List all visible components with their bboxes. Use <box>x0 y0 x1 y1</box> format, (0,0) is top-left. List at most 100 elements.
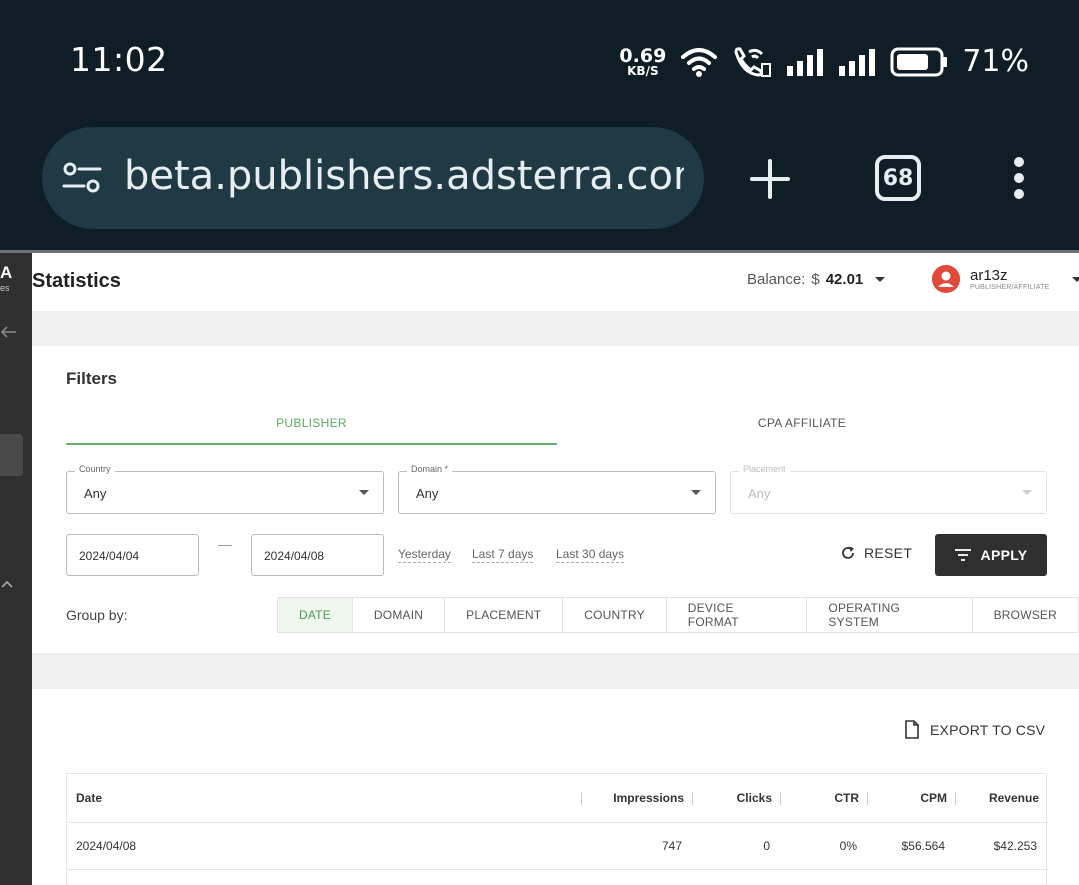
balance-label: Balance: <box>747 271 806 288</box>
sidebar-item-active[interactable] <box>0 434 23 476</box>
new-tab-icon[interactable] <box>750 159 790 199</box>
page-header: Statistics Balance: $ 42.01 ar13z PUBLIS… <box>32 253 1079 311</box>
signal-icon-1 <box>787 48 824 76</box>
quick-range-yesterday[interactable]: Yesterday <box>398 547 451 563</box>
sidebar: A es <box>0 253 32 885</box>
filter-icon <box>954 549 971 561</box>
country-label: Country <box>75 464 115 474</box>
group-by-label: Group by: <box>66 607 128 623</box>
site-settings-icon[interactable] <box>62 161 102 195</box>
column-divider <box>581 792 582 805</box>
col-date[interactable]: Date <box>76 791 102 805</box>
group-by-browser[interactable]: BROWSER <box>973 598 1078 632</box>
balance-value: 42.01 <box>825 271 864 288</box>
cell-cpm: $56.564 <box>901 839 945 853</box>
group-by-country[interactable]: COUNTRY <box>563 598 667 632</box>
col-cpm[interactable]: CPM <box>920 791 947 805</box>
reset-label: RESET <box>864 545 913 561</box>
cell-ctr: 0% <box>839 839 857 853</box>
signal-icon-2 <box>839 48 876 76</box>
apply-label: APPLY <box>980 547 1028 563</box>
battery-icon <box>890 47 948 76</box>
tab-cpa-affiliate[interactable]: CPA AFFILIATE <box>557 416 1047 430</box>
export-label: EXPORT TO CSV <box>930 721 1046 738</box>
group-by-domain[interactable]: DOMAIN <box>353 598 446 632</box>
group-by-device-format[interactable]: DEVICE FORMAT <box>667 598 808 632</box>
sidebar-logo-letter: A <box>0 263 13 282</box>
cell-revenue: $42.253 <box>993 839 1037 853</box>
cell-impressions: 747 <box>661 839 682 853</box>
reset-button[interactable]: RESET <box>840 545 912 561</box>
row-divider <box>67 869 1048 870</box>
user-info: ar13z PUBLISHER/AFFILIATE <box>970 267 1050 291</box>
section-divider <box>32 653 1079 689</box>
address-bar[interactable]: beta.publishers.adsterra.com/s <box>42 127 704 229</box>
date-from-input[interactable]: 2024/04/04 <box>66 534 199 576</box>
tab-publisher[interactable]: PUBLISHER <box>66 416 557 445</box>
col-impressions[interactable]: Impressions <box>613 791 684 805</box>
export-csv-button[interactable]: EXPORT TO CSV <box>904 720 1045 739</box>
country-value: Any <box>84 486 107 501</box>
group-by-toggle: DATE DOMAIN PLACEMENT COUNTRY DEVICE FOR… <box>277 597 1079 633</box>
statistics-table: Date Impressions Clicks CTR CPM Revenue … <box>66 773 1048 885</box>
date-to-input[interactable]: 2024/04/08 <box>251 534 384 576</box>
table-header: Date Impressions Clicks CTR CPM Revenue <box>67 774 1048 823</box>
network-speed-value: 0.69 <box>619 44 667 67</box>
group-by-date[interactable]: DATE <box>278 598 353 632</box>
status-bar: 11:02 0.69 KB/S 71% <box>0 0 1079 125</box>
filters-title: Filters <box>66 369 118 388</box>
user-role: PUBLISHER/AFFILIATE <box>970 284 1050 291</box>
cell-clicks: 0 <box>763 839 770 853</box>
browser-toolbar: beta.publishers.adsterra.com/s 68 <box>0 125 1079 250</box>
refresh-icon <box>842 546 854 559</box>
quick-range-7-days[interactable]: Last 7 days <box>472 547 534 563</box>
apply-button[interactable]: APPLY <box>935 534 1047 576</box>
wifi-icon <box>681 47 718 77</box>
col-ctr[interactable]: CTR <box>834 791 859 805</box>
chevron-down-icon <box>691 490 701 495</box>
quick-range-30-days[interactable]: Last 30 days <box>556 547 625 563</box>
country-select[interactable]: Country Any <box>66 464 384 514</box>
cell-date: 2024/04/08 <box>76 839 137 853</box>
balance-dropdown[interactable]: Balance: $ 42.01 <box>747 271 886 288</box>
group-by-operating-system[interactable]: OPERATING SYSTEM <box>807 598 973 632</box>
col-clicks[interactable]: Clicks <box>737 791 772 805</box>
domain-label: Domain * <box>407 464 453 474</box>
avatar-icon <box>932 265 960 293</box>
status-icons: 0.69 KB/S 71% <box>619 44 1029 79</box>
domain-value: Any <box>416 486 439 501</box>
date-range-separator <box>218 545 232 546</box>
chevron-down-icon <box>359 490 369 495</box>
more-menu-icon[interactable] <box>1010 155 1028 201</box>
user-menu[interactable]: ar13z PUBLISHER/AFFILIATE <box>932 265 1079 293</box>
chevron-up-icon[interactable] <box>0 579 14 589</box>
page-title: Statistics <box>32 270 121 292</box>
section-divider <box>32 311 1079 346</box>
balance-currency: $ <box>811 271 820 288</box>
chevron-down-icon <box>1022 490 1032 495</box>
battery-percentage: 71% <box>962 44 1029 79</box>
collapse-sidebar-icon[interactable] <box>0 325 18 339</box>
placement-label: Placement <box>739 464 790 474</box>
wifi-calling-icon <box>734 46 772 77</box>
column-divider <box>955 792 956 805</box>
file-icon <box>905 720 919 739</box>
sidebar-logo-sub: es <box>0 283 10 293</box>
main-content: Statistics Balance: $ 42.01 ar13z PUBLIS… <box>32 253 1079 885</box>
caret-down-icon <box>1071 276 1079 282</box>
domain-select[interactable]: Domain * Any <box>398 464 716 514</box>
clock: 11:02 <box>70 40 168 79</box>
network-speed: 0.69 KB/S <box>619 44 667 77</box>
col-revenue[interactable]: Revenue <box>989 791 1039 805</box>
column-divider <box>867 792 868 805</box>
column-divider <box>780 792 781 805</box>
tab-switcher-button[interactable]: 68 <box>875 155 921 201</box>
username: ar13z <box>970 267 1008 284</box>
placement-select: Placement Any <box>730 464 1047 514</box>
sidebar-logo[interactable]: A es <box>0 263 32 293</box>
column-divider <box>692 792 693 805</box>
url-text[interactable]: beta.publishers.adsterra.com/s <box>124 153 684 199</box>
placement-value: Any <box>748 486 771 501</box>
group-by-placement[interactable]: PLACEMENT <box>445 598 564 632</box>
caret-down-icon <box>875 277 886 282</box>
